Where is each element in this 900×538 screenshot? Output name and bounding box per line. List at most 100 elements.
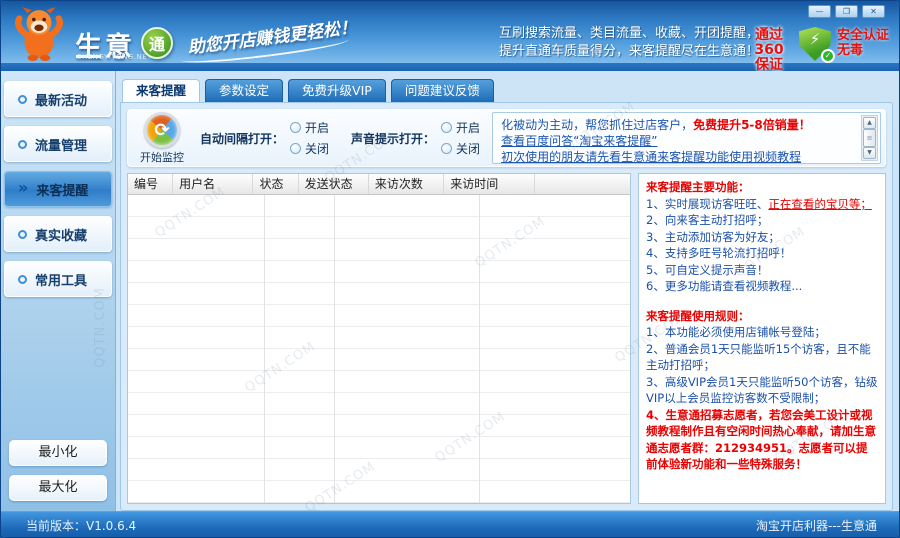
cert-text: 安全认证 无毒 — [837, 28, 897, 58]
tab[interactable]: 免费升级VIP — [288, 79, 386, 102]
feature-item: 5、可自定义提示声音！ — [646, 262, 878, 279]
table-column-header: 用户名 — [173, 174, 253, 194]
window-close-button[interactable]: ✕ — [862, 5, 885, 18]
radio-option-on[interactable]: 开启 — [290, 119, 329, 136]
radio-option-off[interactable]: 关闭 — [441, 140, 480, 157]
info-panel: 来客提醒主要功能： 1、实时展现访客旺旺、正在查看的宝贝等； 2、向来客主动打招… — [638, 173, 886, 504]
promo-text: 互刷搜索流量、类目流量、收藏、开团提醒， 提升直通车质量得分，来客提醒尽在生意通… — [499, 25, 759, 61]
radio-icon[interactable] — [290, 122, 301, 133]
radio-option-off[interactable]: 关闭 — [290, 140, 329, 157]
table-column-header: 状态 — [253, 174, 298, 194]
bullet-icon — [18, 95, 27, 104]
radio-option-label: 关闭 — [305, 140, 329, 157]
feature-item: 4、支持多旺号轮流打招呼！ — [646, 245, 878, 262]
feature-item: 1、实时展现访客旺旺、正在查看的宝贝等； — [646, 196, 878, 213]
table-column-header: 编号 — [128, 174, 173, 194]
bullet-icon — [18, 140, 27, 149]
mascot-icon — [13, 5, 65, 61]
features-title: 来客提醒主要功能： — [646, 179, 878, 196]
radio-group: 自动间隔打开： 开启 关闭 — [200, 119, 329, 157]
badge-360: 通过360 保证 — [741, 28, 797, 73]
table-body — [128, 195, 630, 503]
sidebar-item-label: 常用工具 — [35, 270, 87, 289]
rule-item: 2、普通会员1天只能监听15个访客，且不能主动打招呼； — [646, 341, 878, 374]
radio-icon[interactable] — [441, 143, 452, 154]
minimize-app-button[interactable]: 最小化 — [9, 440, 107, 466]
table-column-header: 来访时间 — [444, 174, 534, 194]
notice-scrollbar[interactable]: ▲ ≡ ▼ — [861, 115, 878, 161]
radio-icon[interactable] — [441, 122, 452, 133]
monitor-icon[interactable]: ⟳ — [144, 112, 180, 148]
radio-groups: 自动间隔打开： 开启 关闭 — [200, 119, 480, 157]
maximize-app-button[interactable]: 最大化 — [9, 475, 107, 501]
scroll-up-icon[interactable]: ▲ — [863, 117, 876, 129]
notice-box: 化被动为主动，帮您抓住过店客户，免费提升5-8倍销量！ 查看百度问答“淘宝来客提… — [492, 112, 881, 164]
radio-group-label: 声音提示打开： — [351, 130, 435, 147]
sidebar-item[interactable]: 真实收藏 — [4, 216, 112, 252]
radio-option-on[interactable]: 开启 — [441, 119, 480, 136]
slogan: 助您开店赚钱更轻松！ — [186, 13, 358, 59]
rule-item: 3、高级VIP会员1天只能监听50个访客，钻级VIP以上会员监控访客数不受限制； — [646, 374, 878, 407]
radio-group: 声音提示打开： 开启 关闭 — [351, 119, 480, 157]
sidebar-spacer — [1, 306, 115, 431]
sidebar-item[interactable]: 最新活动 — [4, 81, 112, 117]
sidebar-item-label: 流量管理 — [35, 135, 87, 154]
content: 来客提醒 参数设定 免费升级VIP 问题建议反馈 ⟳ 开始监控 — [116, 71, 899, 511]
radio-option-label: 开启 — [305, 119, 329, 136]
video-tutorial-link[interactable]: 初次使用的朋友请先看生意通来客提醒功能使用视频教程 — [501, 150, 801, 164]
sidebar-item[interactable]: 流量管理 — [4, 126, 112, 162]
notice-text: 化被动为主动，帮您抓住过店客户， — [501, 118, 693, 132]
column-divider — [334, 195, 335, 503]
feature-item: 3、主动添加访客为好友； — [646, 229, 878, 246]
bullet-icon — [18, 182, 28, 197]
rule-item: 4、生意通招募志愿者，若您会美工设计或视频教程制作且有空闲时间热心奉献，请加生意… — [646, 407, 878, 473]
rules-list: 1、本功能必须使用店铺帐号登陆； 2、普通会员1天只能监听15个访客，且不能主动… — [646, 324, 878, 473]
sidebar-item[interactable]: 来客提醒 — [4, 171, 112, 207]
column-divider — [264, 195, 265, 503]
tab-panel: ⟳ 开始监控 自动间隔打开： 开启 — [120, 102, 893, 511]
tab[interactable]: 问题建议反馈 — [391, 79, 494, 102]
rule-item: 1、本功能必须使用店铺帐号登陆； — [646, 324, 878, 341]
window-maximize-button[interactable]: ❐ — [835, 5, 858, 18]
bullet-icon — [18, 275, 27, 284]
sidebar-item-label: 最新活动 — [35, 90, 87, 109]
feature-item: 2、向来客主动打招呼； — [646, 212, 878, 229]
sidebar-item[interactable]: 常用工具 — [4, 261, 112, 297]
baidu-qa-link[interactable]: 查看百度问答“淘宝来客提醒” — [501, 134, 657, 148]
statusbar-right-text: 淘宝开店利器---生意通 — [756, 517, 877, 534]
app-window: 生意 SHENGYITONG.NET 通 助您开店赚钱更轻松！ 互刷搜索流量、类… — [0, 0, 900, 538]
features-list: 1、实时展现访客旺旺、正在查看的宝贝等； 2、向来客主动打招呼； 3、主动添加访… — [646, 196, 878, 295]
feature-item: 6、更多功能请查看视频教程... — [646, 278, 878, 295]
table-column-header: 发送状态 — [299, 174, 369, 194]
radio-group-label: 自动间隔打开： — [200, 130, 284, 147]
table-column-header: 来访次数 — [369, 174, 444, 194]
table-header: 编号 用户名 状态 发送状态 来访次数 来访时间 — [128, 174, 630, 195]
window-minimize-button[interactable]: — — [808, 5, 831, 18]
check-icon: ✓ — [821, 49, 835, 63]
brand-site: SHENGYITONG.NET — [77, 53, 152, 61]
monitor-label: 开始监控 — [136, 149, 188, 165]
radio-icon[interactable] — [290, 143, 301, 154]
start-monitor-button[interactable]: ⟳ 开始监控 — [136, 112, 188, 165]
radio-option-label: 开启 — [456, 119, 480, 136]
radio-option-label: 关闭 — [456, 140, 480, 157]
sidebar-item-label: 真实收藏 — [35, 225, 87, 244]
status-bar: 当前版本：V1.0.6.4 淘宝开店利器---生意通 — [1, 511, 899, 538]
window-controls: — ❐ ✕ — [808, 5, 885, 18]
brand-logo-icon: 通 — [141, 27, 173, 59]
tab-bar: 来客提醒 参数设定 免费升级VIP 问题建议反馈 — [120, 79, 893, 102]
notice-highlight: 免费提升5-8倍销量！ — [693, 118, 811, 132]
tab[interactable]: 参数设定 — [205, 79, 283, 102]
rules-title: 来客提醒使用规则： — [646, 308, 878, 325]
tab[interactable]: 来客提醒 — [122, 79, 200, 102]
bullet-icon — [18, 230, 27, 239]
settings-row: ⟳ 开始监控 自动间隔打开： 开启 — [127, 109, 886, 167]
version-text: 当前版本：V1.0.6.4 — [26, 517, 136, 534]
sidebar: 最新活动 流量管理 来客提醒 真实收藏 — [1, 71, 116, 511]
visitor-table: 编号 用户名 状态 发送状态 来访次数 来访时间 — [127, 173, 631, 504]
scroll-thumb[interactable]: ≡ — [863, 129, 876, 147]
security-shield-icon: ⚡ ✓ — [799, 27, 831, 61]
promo-line1: 互刷搜索流量、类目流量、收藏、开团提醒， — [499, 25, 759, 43]
scroll-down-icon[interactable]: ▼ — [863, 147, 876, 159]
header: 生意 SHENGYITONG.NET 通 助您开店赚钱更轻松！ 互刷搜索流量、类… — [1, 1, 899, 63]
